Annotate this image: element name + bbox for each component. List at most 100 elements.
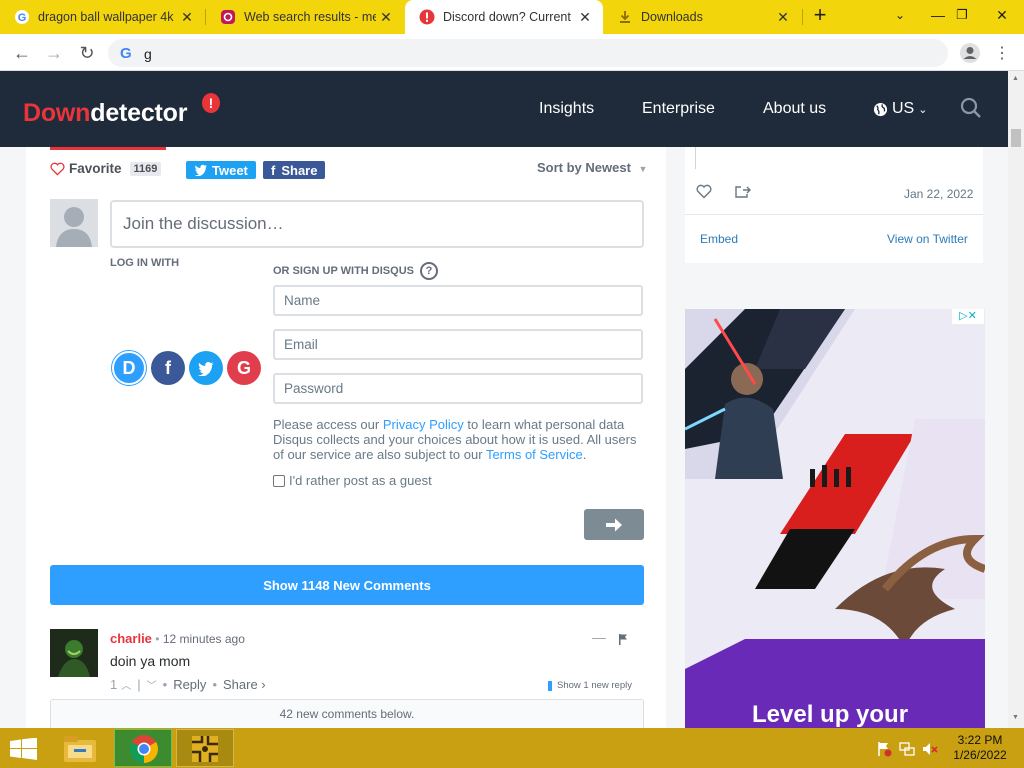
close-icon[interactable]: ✕ — [177, 9, 197, 26]
search-icon[interactable] — [960, 97, 982, 119]
tab-search-chevron-icon[interactable]: ⌄ — [880, 0, 920, 30]
commenter-avatar[interactable] — [50, 629, 98, 677]
tweet-button[interactable]: Tweet — [186, 161, 256, 179]
upvote-chevron-icon[interactable]: ︿ — [121, 677, 131, 692]
share-label: Share — [281, 162, 318, 178]
downvote-chevron-icon[interactable]: ﹀ — [147, 677, 157, 692]
new-comments-below-banner[interactable]: 42 new comments below. — [50, 699, 644, 728]
favorite-count: 1169 — [129, 161, 162, 176]
heart-icon[interactable] — [696, 184, 712, 199]
volume-muted-icon[interactable] — [922, 741, 938, 757]
close-icon[interactable]: ✕ — [575, 9, 595, 26]
address-bar[interactable]: G g — [108, 39, 948, 67]
profile-avatar-icon[interactable] — [958, 41, 982, 65]
chrome-icon — [130, 735, 158, 763]
submit-arrow-button[interactable] — [584, 509, 644, 540]
join-discussion-input[interactable]: Join the discussion… — [110, 200, 644, 248]
new-tab-button[interactable]: + — [800, 0, 840, 30]
show-new-comments-button[interactable]: Show 1148 New Comments — [50, 565, 644, 605]
browser-tab[interactable]: Web search results - mer ✕ — [206, 0, 404, 34]
guest-checkbox[interactable] — [273, 474, 285, 487]
sort-dropdown[interactable]: Sort by Newest ▼ — [537, 160, 647, 175]
browser-tab[interactable]: G dragon ball wallpaper 4k ✕ — [0, 0, 205, 34]
google-icon: G — [15, 10, 29, 24]
privacy-policy-link[interactable]: Privacy Policy — [383, 417, 464, 432]
network-icon[interactable] — [899, 741, 915, 757]
favorite-button[interactable]: Favorite 1169 — [50, 161, 162, 176]
comment-item: charlie • 12 minutes ago — doin ya mom 1… — [50, 629, 644, 699]
app-taskbar-button[interactable] — [176, 729, 234, 767]
embed-link[interactable]: Embed — [700, 232, 738, 246]
close-icon[interactable]: ✕ — [773, 9, 793, 26]
tweet-date[interactable]: Jan 22, 2022 — [904, 187, 973, 201]
collapse-icon[interactable]: — — [592, 629, 606, 645]
email-field[interactable]: Email — [273, 329, 643, 360]
new-indicator-bar — [548, 680, 552, 691]
view-on-twitter-link[interactable]: View on Twitter — [887, 232, 968, 246]
sort-label: Sort by Newest — [537, 160, 631, 175]
share-arrow-icon[interactable] — [734, 184, 752, 199]
clock-time: 3:22 PM — [957, 733, 1003, 747]
flag-icon[interactable] — [618, 634, 628, 645]
reload-icon[interactable]: ↻ — [75, 41, 99, 65]
comment-author[interactable]: charlie — [110, 631, 152, 646]
scroll-thumb[interactable] — [1011, 129, 1021, 147]
browser-tab-title: Downloads — [641, 10, 703, 24]
google-login-icon[interactable]: G — [227, 351, 261, 385]
vote-count: 1 — [110, 677, 118, 692]
terms-of-service-link[interactable]: Terms of Service — [486, 447, 583, 462]
browser-tab-active[interactable]: Discord down? Current p ✕ — [405, 0, 603, 34]
default-avatar — [50, 199, 98, 247]
facebook-share-button[interactable]: f Share — [263, 161, 326, 179]
site-logo[interactable]: Downdetector — [23, 99, 187, 128]
windows-start-icon[interactable] — [10, 738, 38, 760]
nav-insights[interactable]: Insights — [539, 100, 594, 118]
scroll-up-icon[interactable]: ▲ — [1012, 75, 1019, 82]
nav-about-us[interactable]: About us — [763, 100, 826, 118]
advertisement[interactable]: ▷✕ Level up your — [685, 309, 985, 728]
site-header: Downdetector ! Insights Enterprise About… — [0, 71, 1008, 147]
page-scrollbar[interactable]: ▲ ▼ — [1008, 71, 1024, 728]
ad-artwork — [685, 309, 985, 728]
action-center-flag-icon[interactable] — [876, 741, 892, 757]
join-placeholder: Join the discussion… — [123, 214, 284, 233]
close-icon[interactable]: ✕ — [376, 9, 396, 26]
svg-text:G: G — [18, 12, 27, 24]
disqus-login-icon[interactable]: D — [112, 351, 146, 385]
reply-link[interactable]: Reply — [173, 677, 206, 692]
google-icon: G — [120, 45, 132, 62]
facebook-login-icon[interactable]: f — [151, 351, 185, 385]
scroll-down-icon[interactable]: ▼ — [1012, 714, 1019, 721]
forward-arrow-icon[interactable]: → — [42, 41, 66, 65]
page-viewport: Downdetector ! Insights Enterprise About… — [0, 71, 1008, 728]
address-bar-text: g — [144, 46, 152, 62]
tweet-label: Tweet — [212, 162, 248, 178]
guest-option[interactable]: I'd rather post as a guest — [273, 473, 432, 488]
back-arrow-icon[interactable]: ← — [10, 41, 34, 65]
comment-actions: 1 ︿ | ﹀ • Reply • Share › — [110, 677, 266, 692]
browser-menu-icon[interactable]: ⋮ — [990, 41, 1014, 65]
file-explorer-icon[interactable] — [62, 732, 98, 764]
region-selector[interactable]: US ⌄ — [873, 100, 927, 118]
share-link[interactable]: Share › — [223, 677, 266, 692]
twitter-bird-icon — [194, 164, 207, 176]
password-field[interactable]: Password — [273, 373, 643, 404]
system-clock[interactable]: 3:22 PM 1/26/2022 — [950, 733, 1010, 763]
adchoices-icon[interactable]: ▷✕ — [952, 309, 984, 324]
restore-button[interactable]: ❐ — [942, 0, 982, 30]
embedded-tweet-card: Jan 22, 2022 Embed View on Twitter — [685, 147, 983, 263]
disqus-comments-panel: Favorite 1169 Tweet f Share Sort by Newe… — [26, 147, 666, 728]
window-close-button[interactable]: ✕ — [982, 0, 1022, 30]
help-question-icon[interactable]: ? — [419, 262, 438, 280]
download-icon — [620, 11, 630, 23]
logo-exclamation-icon: ! — [202, 93, 220, 113]
ad-headline: Level up your — [752, 701, 909, 728]
comment-time[interactable]: 12 minutes ago — [163, 632, 245, 646]
chrome-taskbar-button[interactable] — [114, 729, 172, 767]
show-replies-link[interactable]: Show 1 new reply — [548, 680, 632, 691]
nav-enterprise[interactable]: Enterprise — [642, 100, 715, 118]
browser-tab[interactable]: Downloads ✕ — [603, 0, 801, 34]
divider — [685, 214, 983, 215]
twitter-login-icon[interactable] — [189, 351, 223, 385]
name-field[interactable]: Name — [273, 285, 643, 316]
